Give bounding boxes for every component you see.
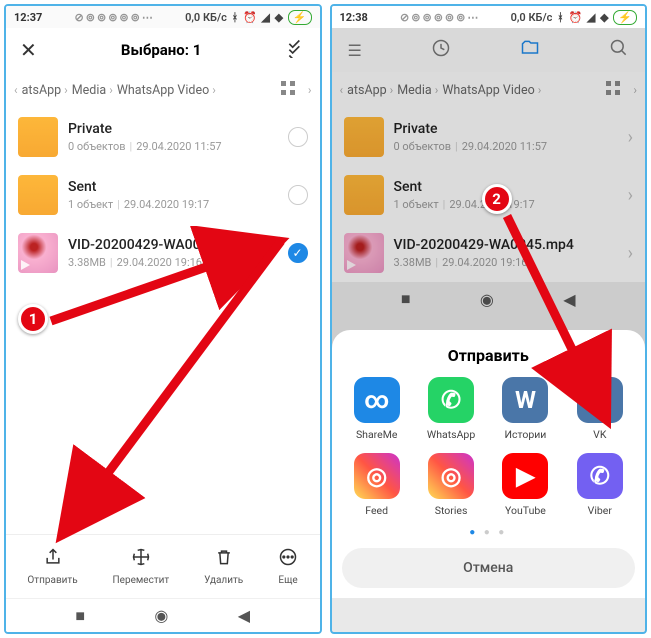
navbar: ■ ◉ ◀ bbox=[6, 598, 320, 632]
status-icons-left: ⊘⊚⊚⊚⊚⊚⋯ bbox=[398, 11, 478, 24]
share-app-vk[interactable]: W VK bbox=[577, 377, 623, 441]
share-sheet: Отправить ∞ ShareMe ✆ WhatsApp W Истории W VK ◎ F… bbox=[332, 330, 646, 598]
bottom-actions: Отправить Переместит Удалить Еще bbox=[6, 534, 320, 598]
app-label: YouTube bbox=[505, 504, 546, 517]
callout-2: 2 bbox=[482, 184, 512, 214]
shareme-icon: ∞ bbox=[354, 377, 400, 423]
video-thumb bbox=[18, 233, 58, 273]
select-checkbox[interactable] bbox=[288, 185, 308, 205]
share-icon bbox=[43, 547, 63, 572]
bluetooth-icon: ᚼ bbox=[232, 11, 239, 24]
delete-button[interactable]: Удалить bbox=[204, 547, 243, 586]
nav-recent-icon[interactable]: ■ bbox=[75, 606, 85, 626]
send-button[interactable]: Отправить bbox=[27, 547, 77, 586]
share-app-youtube[interactable]: ▶ YouTube bbox=[502, 453, 548, 517]
share-app-истории[interactable]: W Истории bbox=[502, 377, 548, 441]
app-label: VK bbox=[593, 428, 606, 441]
apps-grid: ∞ ShareMe ✆ WhatsApp W Истории W VK ◎ Feed ◎ Storie… bbox=[342, 377, 636, 517]
file-meta: 3.38MB|29.04.2020 19:16 bbox=[68, 256, 288, 269]
app-label: Viber bbox=[588, 504, 612, 517]
select-checkbox[interactable] bbox=[288, 127, 308, 147]
file-name: VID-20200429-WA0045.mp4 bbox=[68, 237, 288, 253]
breadcrumb[interactable]: ‹ atsApp› Media› WhatsApp Video› › bbox=[6, 72, 320, 108]
app-label: ShareMe bbox=[356, 428, 398, 441]
file-name: Sent bbox=[68, 179, 288, 195]
battery-icon: ⚡ bbox=[613, 10, 637, 25]
battery-icon: ⚡ bbox=[288, 10, 312, 25]
vk-icon: W bbox=[577, 377, 623, 423]
status-time: 12:37 bbox=[14, 11, 42, 24]
file-name: Private bbox=[68, 121, 288, 137]
истории-icon: W bbox=[502, 377, 548, 423]
grid-view-icon[interactable] bbox=[280, 80, 296, 100]
chevron-right-icon[interactable]: › bbox=[308, 83, 312, 97]
nav-back-icon[interactable]: ◀ bbox=[238, 606, 250, 625]
share-app-shareme[interactable]: ∞ ShareMe bbox=[354, 377, 400, 441]
youtube-icon: ▶ bbox=[502, 453, 548, 499]
wifi-icon: ◆ bbox=[275, 11, 283, 24]
statusbar: 12:37 ⊘⊚⊚⊚⊚⊚⋯ 0,0 КБ/с ᚼ ⏰ ◢ ◆ ⚡ bbox=[6, 6, 320, 28]
signal-icon: ◢ bbox=[261, 11, 269, 24]
alarm-icon: ⏰ bbox=[243, 11, 257, 24]
file-list: Private 0 объектов|29.04.2020 11:57 Sent… bbox=[6, 108, 320, 282]
cancel-button[interactable]: Отмена bbox=[342, 548, 636, 588]
more-button[interactable]: Еще bbox=[278, 547, 298, 586]
breadcrumb-seg[interactable]: atsApp› bbox=[22, 83, 68, 98]
nav-home-icon[interactable]: ◉ bbox=[154, 606, 168, 625]
viber-icon: ✆ bbox=[577, 453, 623, 499]
folder-icon bbox=[18, 175, 58, 215]
breadcrumb-seg[interactable]: Media› bbox=[72, 83, 113, 98]
chevron-left-icon[interactable]: ‹ bbox=[14, 83, 18, 97]
selectall-icon[interactable] bbox=[286, 38, 306, 63]
whatsapp-icon: ✆ bbox=[428, 377, 474, 423]
bluetooth-icon: ᚼ bbox=[557, 11, 564, 24]
folder-row[interactable]: Sent 1 объект|29.04.2020 19:17 bbox=[6, 166, 320, 224]
breadcrumb-seg[interactable]: WhatsApp Video› bbox=[117, 83, 216, 98]
share-app-whatsapp[interactable]: ✆ WhatsApp bbox=[427, 377, 475, 441]
status-icons-right: 0,0 КБ/с ᚼ ⏰ ◢ ◆ ⚡ bbox=[509, 10, 637, 25]
more-icon bbox=[278, 547, 298, 572]
status-icons-right: 0,0 КБ/с ᚼ ⏰ ◢ ◆ ⚡ bbox=[183, 10, 311, 25]
status-icons-left: ⊘⊚⊚⊚⊚⊚⋯ bbox=[73, 11, 153, 24]
move-button[interactable]: Переместит bbox=[113, 547, 170, 586]
folder-icon bbox=[18, 117, 58, 157]
sheet-title: Отправить bbox=[342, 346, 636, 365]
wifi-icon: ◆ bbox=[600, 11, 608, 24]
select-checkbox-checked[interactable]: ✓ bbox=[288, 243, 308, 263]
arrow-to-send bbox=[46, 236, 296, 556]
share-app-stories[interactable]: ◎ Stories bbox=[428, 453, 474, 517]
callout-1: 1 bbox=[18, 304, 48, 334]
stories-icon: ◎ bbox=[428, 453, 474, 499]
status-time: 12:38 bbox=[340, 11, 368, 24]
share-app-feed[interactable]: ◎ Feed bbox=[354, 453, 400, 517]
status-data: 0,0 КБ/с bbox=[511, 11, 553, 24]
folder-row[interactable]: Private 0 объектов|29.04.2020 11:57 bbox=[6, 108, 320, 166]
trash-icon bbox=[214, 547, 234, 572]
app-label: Истории bbox=[505, 428, 547, 441]
signal-icon: ◢ bbox=[587, 11, 595, 24]
statusbar: 12:38 ⊘⊚⊚⊚⊚⊚⋯ 0,0 КБ/с ᚼ ⏰ ◢ ◆ ⚡ bbox=[332, 6, 646, 28]
share-app-viber[interactable]: ✆ Viber bbox=[577, 453, 623, 517]
phone-right: 12:38 ⊘⊚⊚⊚⊚⊚⋯ 0,0 КБ/с ᚼ ⏰ ◢ ◆ ⚡ ☰ ‹ ats… bbox=[330, 4, 648, 634]
feed-icon: ◎ bbox=[354, 453, 400, 499]
phone-left: 12:37 ⊘⊚⊚⊚⊚⊚⋯ 0,0 КБ/с ᚼ ⏰ ◢ ◆ ⚡ ✕ Выбра… bbox=[4, 4, 322, 634]
app-label: WhatsApp bbox=[427, 428, 475, 441]
move-icon bbox=[131, 547, 151, 572]
close-icon[interactable]: ✕ bbox=[20, 38, 37, 62]
page-indicator: ● ● ● bbox=[342, 527, 636, 538]
header: ✕ Выбрано: 1 bbox=[6, 28, 320, 72]
file-meta: 0 объектов|29.04.2020 11:57 bbox=[68, 140, 288, 153]
file-row[interactable]: VID-20200429-WA0045.mp4 3.38MB|29.04.202… bbox=[6, 224, 320, 282]
header-title: Выбрано: 1 bbox=[37, 41, 286, 59]
app-label: Stories bbox=[435, 504, 468, 517]
status-data: 0,0 КБ/с bbox=[185, 11, 227, 24]
app-label: Feed bbox=[365, 504, 388, 517]
alarm-icon: ⏰ bbox=[568, 11, 582, 24]
file-meta: 1 объект|29.04.2020 19:17 bbox=[68, 198, 288, 211]
